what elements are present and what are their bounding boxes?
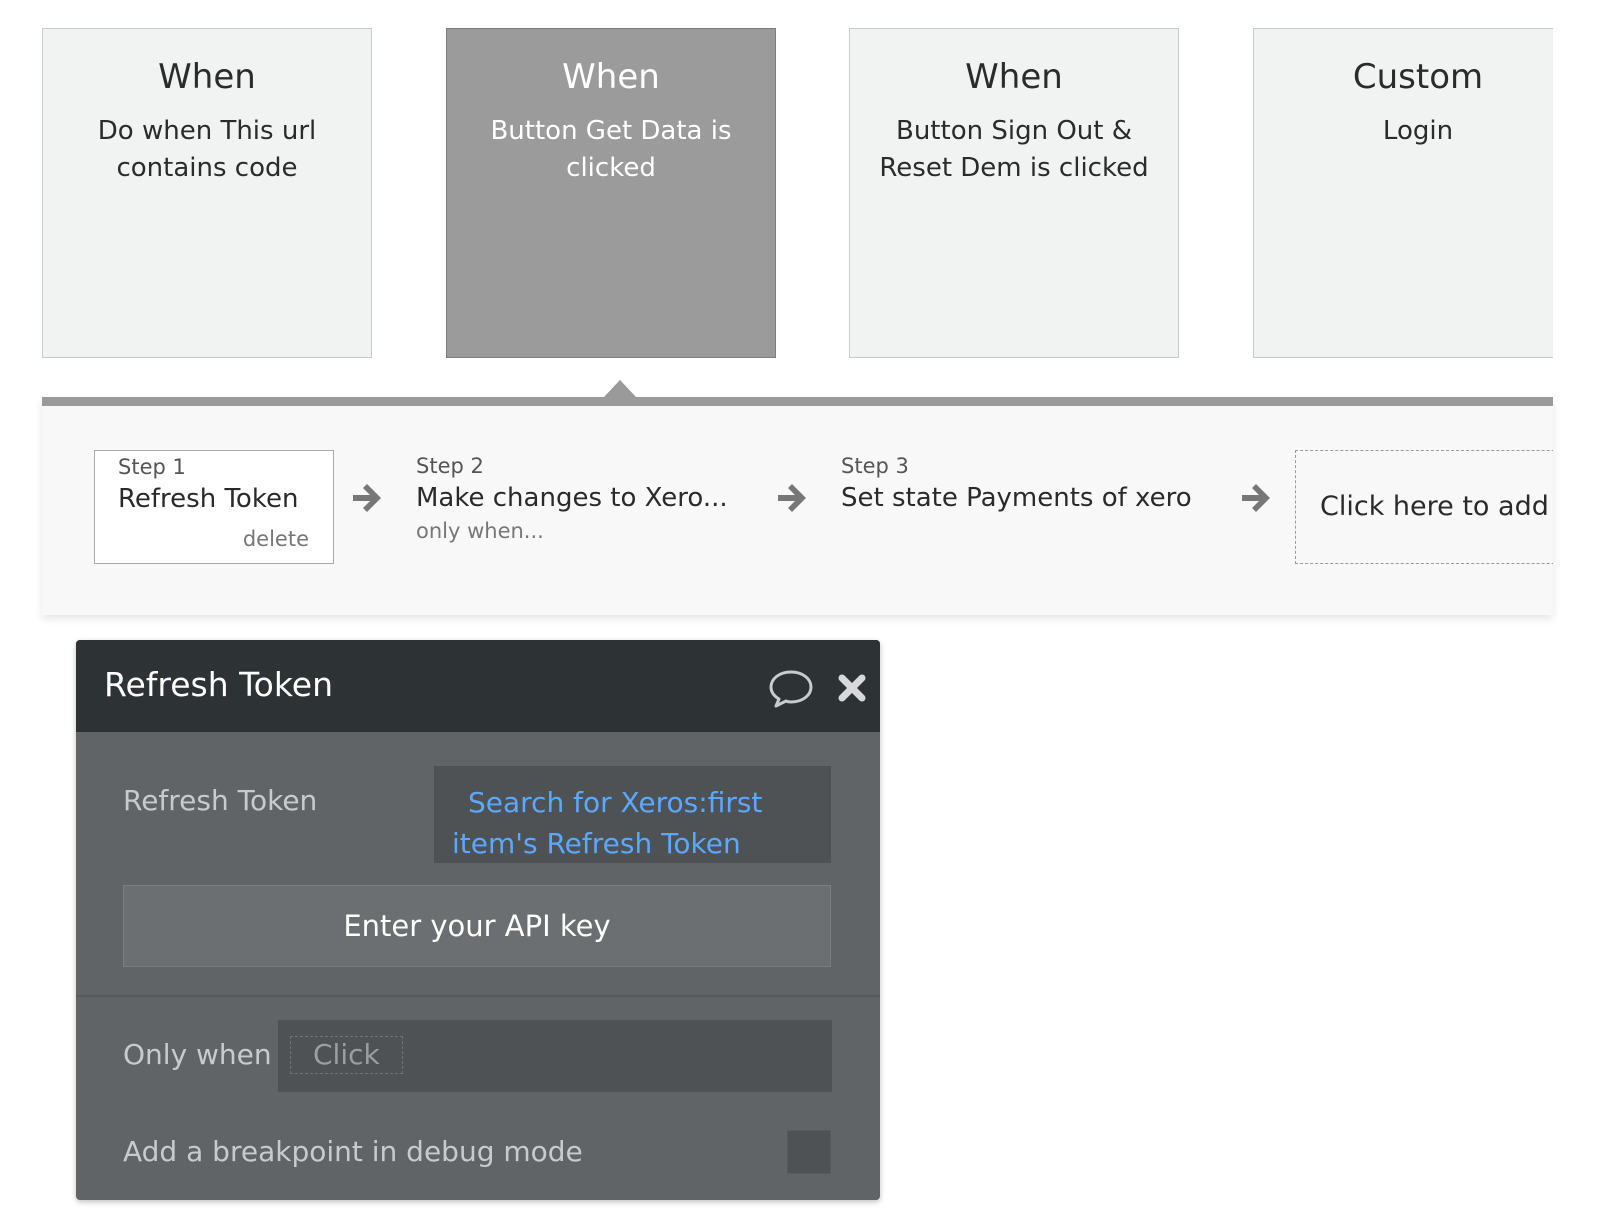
section-divider xyxy=(76,995,880,997)
add-step-button[interactable]: Click here to add xyxy=(1295,450,1553,564)
step-set-state-payments[interactable]: Step 3 Set state Payments of xero xyxy=(841,453,1192,517)
close-icon[interactable] xyxy=(836,672,868,704)
workflow-editor: When Do when This url contains code When… xyxy=(0,0,1606,1230)
event-card-url-contains-code[interactable]: When Do when This url contains code xyxy=(42,28,372,358)
step-number: Step 3 xyxy=(841,454,909,478)
expression-text-line1: Search for Xeros:first xyxy=(468,786,763,819)
action-editor-panel: Refresh Token Refresh Token Search for X… xyxy=(76,640,880,1200)
breakpoint-label: Add a breakpoint in debug mode xyxy=(123,1135,583,1168)
event-description: Button Sign Out & Reset Dem is clicked xyxy=(879,116,1149,183)
step-number: Step 1 xyxy=(118,455,186,479)
step-make-changes-xero[interactable]: Step 2 Make changes to Xero... only when… xyxy=(416,453,728,545)
event-type-label: Custom xyxy=(1352,57,1484,97)
event-card-sign-out-clicked[interactable]: When Button Sign Out & Reset Dem is clic… xyxy=(849,28,1179,358)
event-description: Login xyxy=(1382,116,1454,146)
expression-text-line2: item's Refresh Token xyxy=(452,827,741,860)
selected-event-pointer xyxy=(604,380,636,397)
event-type-label: When xyxy=(158,57,256,97)
event-type-label: When xyxy=(965,57,1063,97)
event-description: Button Get Data is clicked xyxy=(490,116,732,183)
enter-api-key-button[interactable]: Enter your API key xyxy=(123,885,831,967)
editor-title: Refresh Token xyxy=(104,665,334,704)
workflow-steps-panel: Step 1 Refresh Token delete Step 2 Make … xyxy=(42,397,1553,615)
event-cards-row: When Do when This url contains code When… xyxy=(0,0,1553,370)
editor-header: Refresh Token xyxy=(76,640,880,732)
only-when-label: Only when xyxy=(123,1038,272,1071)
step-delete-link[interactable]: delete xyxy=(243,527,309,551)
breakpoint-checkbox[interactable] xyxy=(787,1130,831,1174)
only-when-condition-input[interactable]: Click xyxy=(278,1020,832,1092)
step-title: Set state Payments of xero xyxy=(841,483,1192,513)
event-card-custom-login[interactable]: Custom Login xyxy=(1253,28,1553,358)
arrow-right-icon xyxy=(1242,484,1270,512)
event-description: Do when This url contains code xyxy=(97,116,317,183)
refresh-token-field-label: Refresh Token xyxy=(123,784,318,817)
step-title: Make changes to Xero... xyxy=(416,483,728,513)
event-type-label: When xyxy=(562,57,660,97)
event-card-get-data-clicked[interactable]: When Button Get Data is clicked xyxy=(446,28,776,358)
step-title: Refresh Token xyxy=(118,484,299,514)
speech-bubble-icon[interactable] xyxy=(768,668,814,708)
step-refresh-token[interactable]: Step 1 Refresh Token delete xyxy=(94,450,334,564)
arrow-right-icon xyxy=(778,484,806,512)
step-number: Step 2 xyxy=(416,454,484,478)
arrow-right-icon xyxy=(353,484,381,512)
refresh-token-expression-input[interactable]: Search for Xeros:first item's Refresh To… xyxy=(434,766,831,863)
step-condition-hint: only when... xyxy=(416,519,544,543)
click-placeholder[interactable]: Click xyxy=(290,1036,403,1074)
